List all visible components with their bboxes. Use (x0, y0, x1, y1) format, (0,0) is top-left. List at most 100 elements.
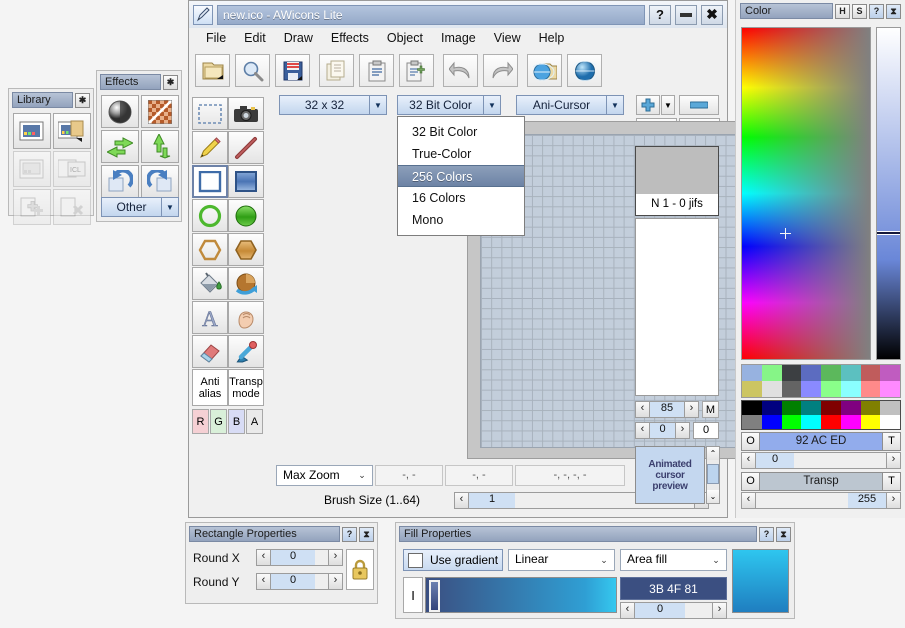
value-slider-marker[interactable] (877, 231, 900, 235)
transp-mode-button[interactable]: Transp mode (228, 369, 264, 406)
redo-button[interactable] (483, 54, 518, 87)
add-frame-dropdown[interactable]: ▼ (661, 95, 675, 115)
fg-alpha-stepper[interactable]: ‹ 0 › (741, 452, 901, 469)
swatch[interactable] (801, 401, 821, 415)
collapse-icon[interactable]: ⧗ (359, 526, 374, 542)
filled-polygon-tool[interactable] (228, 233, 264, 266)
fg-hex-value[interactable]: 92 AC ED (760, 432, 882, 451)
menu-draw[interactable]: Draw (275, 29, 322, 47)
eyedropper-tool[interactable] (228, 335, 264, 368)
swatch[interactable] (761, 381, 782, 397)
swatch[interactable] (801, 415, 821, 429)
round-x-increment[interactable]: › (328, 549, 343, 566)
gradient-type-combo[interactable]: Linear ⌄ (508, 549, 615, 571)
color-help-button[interactable]: ? (869, 3, 884, 19)
rotate-right-button[interactable] (141, 165, 179, 198)
depth-combo[interactable]: 32 Bit Color ▼ (397, 95, 501, 115)
library-icl-button[interactable]: ICL (53, 151, 91, 187)
frame-list[interactable] (635, 218, 719, 396)
swatch[interactable] (781, 365, 802, 381)
round-y-value[interactable]: 0 (271, 573, 315, 590)
checker-effect-button[interactable] (141, 95, 179, 128)
chevron-down-icon[interactable]: ⌄ (707, 490, 719, 503)
type-combo[interactable]: Ani-Cursor ▼ (516, 95, 624, 115)
dropdown-option-16colors[interactable]: 16 Colors (398, 187, 524, 209)
rotate-left-button[interactable] (101, 165, 139, 198)
round-x-stepper[interactable]: ‹ 0 › (256, 549, 343, 566)
fg-alpha-increment[interactable]: › (886, 452, 901, 469)
swatch[interactable] (761, 401, 782, 415)
swatch[interactable] (821, 365, 841, 381)
fg-alpha-value[interactable]: 0 (756, 452, 794, 469)
gradient-stop-thumb[interactable] (429, 580, 440, 612)
bg-alpha-increment[interactable]: › (886, 492, 901, 509)
polygon-tool[interactable] (192, 233, 228, 266)
standard-swatches[interactable] (741, 400, 901, 430)
channel-b-button[interactable]: B (228, 409, 245, 434)
collapse-icon[interactable]: ⧗ (776, 526, 791, 542)
eraser-tool[interactable] (192, 335, 228, 368)
smudge-tool[interactable] (228, 301, 264, 334)
rectangle-tool[interactable] (192, 165, 228, 198)
antialias-button[interactable]: Anti alias (192, 369, 228, 406)
swatch[interactable] (781, 401, 802, 415)
value-slider[interactable] (876, 27, 901, 360)
swatch[interactable] (821, 415, 841, 429)
swatch[interactable] (880, 415, 900, 429)
swatch[interactable] (840, 415, 861, 429)
swatch[interactable] (742, 401, 762, 415)
gradient-stop-position-stepper[interactable]: ‹ 0 › (620, 602, 727, 619)
frame-index-value[interactable]: 0 (650, 422, 675, 439)
library-remove-button[interactable] (53, 189, 91, 225)
swatch[interactable] (880, 401, 900, 415)
size-combo[interactable]: 32 x 32 ▼ (279, 95, 387, 115)
swatch[interactable] (860, 381, 881, 397)
hue-button[interactable]: H (835, 3, 850, 19)
bg-alpha-track[interactable] (756, 492, 848, 509)
paint-bucket-tool[interactable] (192, 267, 228, 300)
sphere-effect-button[interactable] (101, 95, 139, 128)
effects-other-combo[interactable]: Other ▼ (101, 197, 179, 217)
text-tool[interactable]: A (192, 301, 228, 334)
globe-button[interactable] (567, 54, 602, 87)
gradient-text-cursor-button[interactable]: I (403, 577, 423, 613)
swatch[interactable] (801, 381, 821, 397)
menu-help[interactable]: Help (530, 29, 574, 47)
brush-decrement-button[interactable]: ‹ (454, 492, 469, 509)
line-tool[interactable] (228, 131, 264, 164)
swatch[interactable] (840, 381, 861, 397)
fg-alpha-track[interactable] (794, 452, 886, 469)
preview-scrollbar[interactable]: ⌃ ⌄ (706, 446, 720, 504)
fg-transp-button[interactable]: T (882, 432, 901, 451)
swatch[interactable] (860, 365, 881, 381)
swatch[interactable] (880, 381, 900, 397)
channel-a-button[interactable]: A (246, 409, 263, 434)
select-tool[interactable] (192, 97, 228, 130)
asterisk-icon[interactable]: ✱ (163, 74, 178, 90)
ellipse-tool[interactable] (192, 199, 228, 232)
bg-alpha-value[interactable]: 255 (848, 492, 886, 509)
bg-transp-button[interactable]: T (882, 472, 901, 491)
library-open-button[interactable] (13, 113, 51, 149)
color-spectrum[interactable] (741, 27, 871, 360)
frame-delay-stepper[interactable]: ‹ 85 › (635, 401, 699, 418)
zoom-button[interactable] (235, 54, 270, 87)
fill-mode-combo[interactable]: Area fill ⌄ (620, 549, 727, 571)
fg-alpha-decrement[interactable]: ‹ (741, 452, 756, 469)
color-replace-tool[interactable] (228, 267, 264, 300)
asterisk-icon[interactable]: ✱ (75, 92, 90, 108)
channel-g-button[interactable]: G (210, 409, 227, 434)
flip-vertical-button[interactable] (141, 130, 179, 163)
menu-view[interactable]: View (485, 29, 530, 47)
collapse-icon[interactable]: ⧗ (886, 3, 901, 19)
custom-swatches[interactable] (741, 364, 901, 398)
swatch[interactable] (840, 401, 861, 415)
library-save-button[interactable] (53, 113, 91, 149)
stop-position-increment[interactable]: › (712, 602, 727, 619)
swatch[interactable] (742, 381, 762, 397)
index-increment-button[interactable]: › (675, 422, 690, 439)
paste-new-button[interactable] (399, 54, 434, 87)
library-add-button[interactable] (13, 189, 51, 225)
zoom-combo[interactable]: Max Zoom ⌄ (276, 465, 373, 486)
use-gradient-toggle[interactable]: Use gradient (403, 549, 503, 571)
